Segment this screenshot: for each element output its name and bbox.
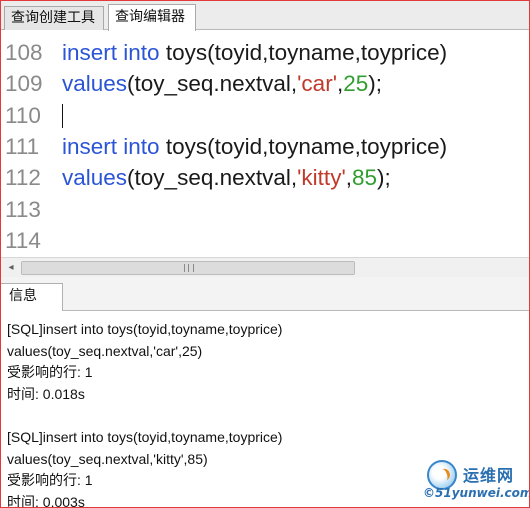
watermark: 运维网 ©51yunwei.com xyxy=(423,452,530,507)
code-token: (toy_seq.nextval, xyxy=(127,165,298,191)
keyword-token: insert into xyxy=(62,40,160,65)
top-tab-bar: 查询创建工具 查询编辑器 xyxy=(1,1,529,31)
watermark-site: ©51yunwei.com xyxy=(423,486,530,500)
text-caret xyxy=(62,103,63,128)
grip-icon xyxy=(184,264,194,272)
scrollbar-thumb[interactable] xyxy=(21,261,355,275)
code-text[interactable]: insert into toys(toyid,toyname,toyprice) xyxy=(62,131,447,162)
info-line: values(toy_seq.nextval,'car',25) xyxy=(7,342,203,359)
editor-line[interactable]: 108 insert into toys(toyid,toyname,toypri… xyxy=(1,37,529,68)
watermark-name: 运维网 xyxy=(463,466,515,485)
tab-query-builder[interactable]: 查询创建工具 xyxy=(4,6,104,30)
keyword-token: insert into xyxy=(62,133,160,159)
line-number: 111 xyxy=(5,133,40,159)
line-number: 109 xyxy=(5,71,43,97)
info-line: 时间: 0.003s xyxy=(7,493,85,508)
tab-query-editor[interactable]: 查询编辑器 xyxy=(108,4,196,31)
tab-info[interactable]: 信息 xyxy=(1,283,63,312)
string-token: 'car' xyxy=(297,71,337,97)
query-window: 查询创建工具 查询编辑器 108 insert into toys(toyid,t… xyxy=(0,0,530,508)
line-number: 114 xyxy=(5,227,41,253)
info-line: [SQL]insert into toys(toyid,toyname,toyp… xyxy=(7,429,283,445)
code-text[interactable]: values(toy_seq.nextval,'car',25); xyxy=(62,68,382,99)
keyword-token: values xyxy=(62,71,128,97)
editor-line[interactable]: 114 xyxy=(1,225,529,256)
code-text[interactable]: values(toy_seq.nextval,'kitty',85); xyxy=(62,162,391,193)
editor-line[interactable]: 109 values(toy_seq.nextval,'car',25); xyxy=(1,68,529,99)
code-token: ); xyxy=(368,71,383,97)
horizontal-scrollbar[interactable]: ◂ xyxy=(1,257,529,277)
code-token: toys(toyid,toyname,toyprice) xyxy=(159,40,448,65)
code-token: toys(toyid,toyname,toyprice) xyxy=(159,133,448,159)
info-tab-bar: 信息 xyxy=(1,277,529,312)
info-line: 时间: 0.018s xyxy=(7,385,85,402)
line-number: 110 xyxy=(5,102,41,128)
editor-line[interactable]: 112 values(toy_seq.nextval,'kitty',85); xyxy=(1,162,529,193)
code-token: ); xyxy=(377,165,391,191)
line-number: 112 xyxy=(5,165,41,191)
scroll-left-arrow-icon[interactable]: ◂ xyxy=(4,261,18,275)
line-number: 113 xyxy=(5,196,41,222)
code-text[interactable]: insert into toys(toyid,toyname,toyprice) xyxy=(62,37,447,68)
info-line: 受影响的行: 1 xyxy=(7,472,93,489)
editor-line[interactable]: 110 xyxy=(1,100,529,131)
line-number: 108 xyxy=(5,40,43,65)
number-token: 25 xyxy=(343,71,369,97)
editor-line[interactable]: 111 insert into toys(toyid,toyname,toypri… xyxy=(1,131,529,162)
string-token: 'kitty' xyxy=(297,165,346,191)
number-token: 85 xyxy=(352,165,378,191)
info-line: [SQL]insert into toys(toyid,toyname,toyp… xyxy=(7,321,283,337)
info-line: values(toy_seq.nextval,'kitty',85) xyxy=(7,450,208,467)
editor-line[interactable]: 113 xyxy=(1,194,529,225)
sql-editor[interactable]: 108 insert into toys(toyid,toyname,toypri… xyxy=(1,31,529,257)
code-token: (toy_seq.nextval, xyxy=(127,71,298,97)
info-line: 受影响的行: 1 xyxy=(7,364,93,381)
keyword-token: values xyxy=(62,165,128,191)
